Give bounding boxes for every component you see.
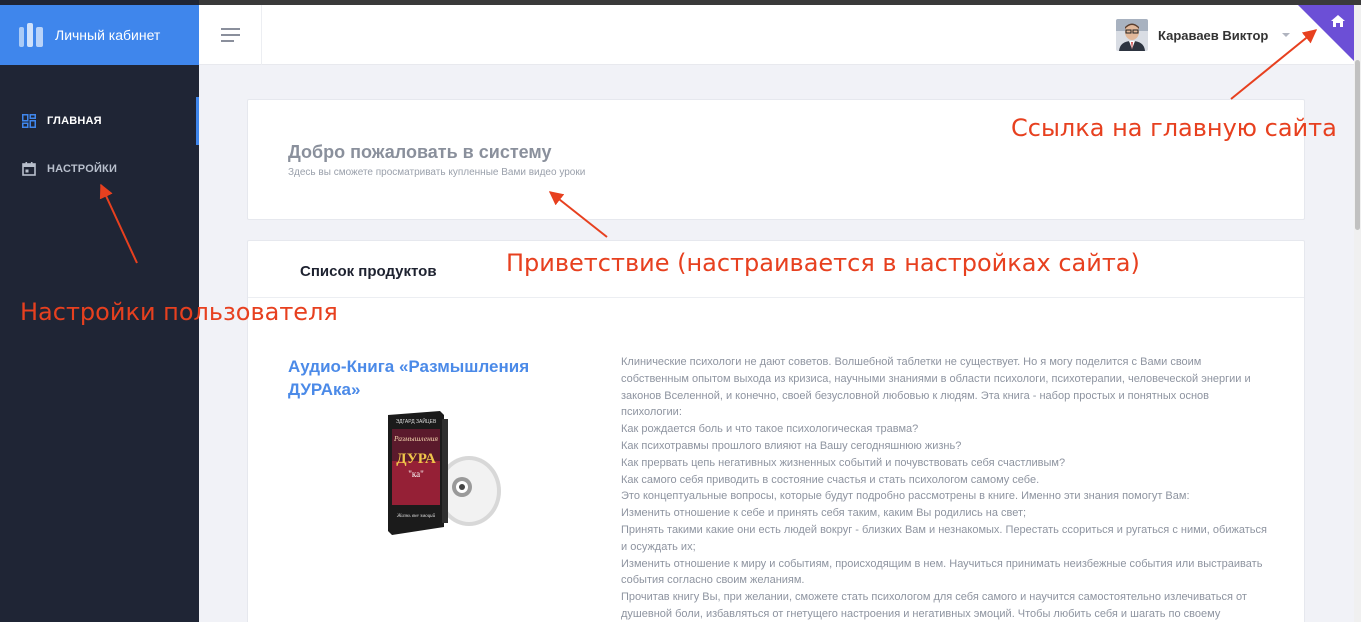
brand-title: Личный кабинет <box>55 27 161 43</box>
product-description: Клинические психологи не дают советов. В… <box>621 354 1271 622</box>
logo-icon <box>19 23 43 47</box>
welcome-title: Добро пожаловать в систему <box>288 142 552 162</box>
cover-author: ЭДГАРД ЗАЙЦЕВ <box>396 417 437 425</box>
calendar-icon <box>22 162 36 176</box>
brand[interactable]: Личный кабинет <box>0 5 199 65</box>
products-card: Список продуктов Аудио-Книга «Размышлени… <box>247 240 1305 622</box>
cover-title: ДУРА <box>396 451 436 467</box>
sidebar-item-label: НАСТРОЙКИ <box>47 163 118 175</box>
description-paragraph: Как психотравмы прошлого влияют на Вашу … <box>621 439 962 452</box>
sidebar-item-home[interactable]: ГЛАВНАЯ <box>0 97 199 145</box>
product-cover-image[interactable]: ЭДГАРД ЗАЙЦЕВ Размышления ДУРА "ка" Жизн… <box>384 411 504 539</box>
description-paragraph: Прочитав книгу Вы, при желании, сможете … <box>621 591 1247 620</box>
cover-tagline: Жизнь вне эмоций <box>396 513 436 519</box>
description-paragraph: Принять такими какие они есть людей вокр… <box>621 523 1267 553</box>
cover-suffix: "ка" <box>408 469 424 479</box>
home-link-button[interactable] <box>1298 5 1354 61</box>
dashboard-icon <box>22 114 36 128</box>
user-name: Караваев Виктор <box>1158 27 1269 43</box>
description-paragraph: Как прервать цепь негативных жизненных с… <box>621 456 1066 469</box>
cover-subtitle: Размышления <box>393 434 439 443</box>
description-paragraph: Как самого себя приводить в состояние сч… <box>621 473 1040 486</box>
sidebar-nav: ГЛАВНАЯ НАСТРОЙКИ <box>0 97 199 193</box>
description-paragraph: Клинические психологи не дают советов. В… <box>621 356 1251 419</box>
top-bar: Караваев Виктор <box>199 5 1354 65</box>
sidebar-item-label: ГЛАВНАЯ <box>47 115 102 127</box>
chevron-down-icon <box>1282 33 1291 37</box>
annotation-home-link: Ссылка на главную сайта <box>1011 114 1337 142</box>
description-paragraph: Как рождается боль и что такое психологи… <box>621 423 919 436</box>
user-menu[interactable]: Караваев Виктор <box>1116 19 1291 51</box>
scrollbar-thumb[interactable] <box>1355 60 1360 230</box>
description-paragraph: Изменить отношение к себе и принять себя… <box>621 507 1027 520</box>
products-title: Список продуктов <box>300 263 437 280</box>
welcome-subtitle: Здесь вы сможете просматривать купленные… <box>288 167 586 178</box>
product-title-link[interactable]: Аудио-Книга «Размышления ДУРАка» <box>288 355 578 401</box>
description-paragraph: Это концептуальные вопросы, которые буду… <box>621 490 1190 503</box>
avatar <box>1116 19 1148 51</box>
annotation-greeting: Приветствие (настраивается в настройках … <box>506 249 1140 277</box>
description-paragraph: Изменить отношение к миру и событиям, пр… <box>621 557 1263 587</box>
menu-toggle-icon[interactable] <box>199 5 262 65</box>
annotation-user-settings: Настройки пользователя <box>20 298 338 326</box>
sidebar-item-settings[interactable]: НАСТРОЙКИ <box>0 145 199 193</box>
